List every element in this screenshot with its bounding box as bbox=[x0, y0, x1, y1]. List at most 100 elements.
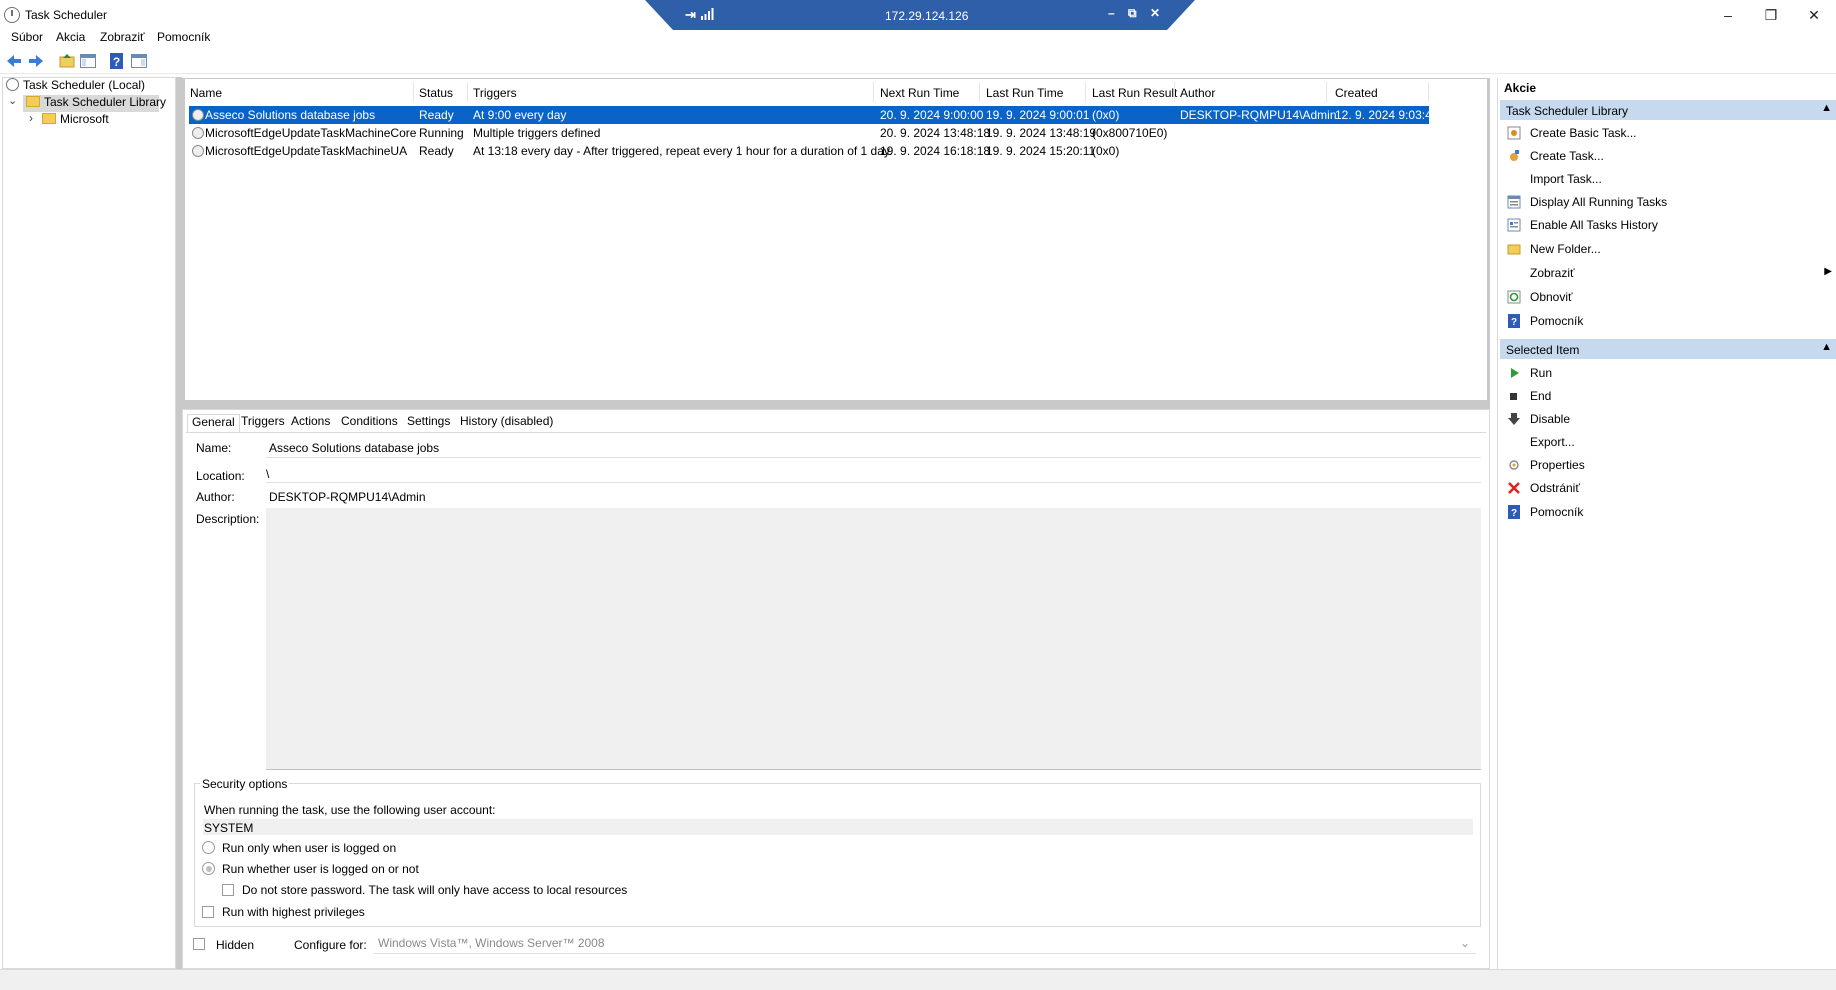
do-not-store-password-label: Do not store password. The task will onl… bbox=[242, 883, 628, 897]
rdp-host-address: 172.29.124.126 bbox=[885, 9, 969, 23]
column-separator[interactable] bbox=[873, 82, 874, 102]
section-header-selected-item[interactable]: Selected Item ▲ bbox=[1500, 339, 1836, 359]
hidden-checkbox[interactable] bbox=[193, 938, 205, 950]
location-field[interactable]: \ bbox=[266, 467, 269, 481]
tab-general[interactable]: General bbox=[187, 414, 240, 432]
column-separator[interactable] bbox=[1174, 82, 1175, 102]
action-import-task[interactable]: Import Task... bbox=[1500, 168, 1836, 190]
column-header-last-run-result[interactable]: Last Run Result bbox=[1092, 86, 1177, 100]
cell-created: 12. 9. 2024 9:03:40 bbox=[1335, 108, 1439, 122]
action-label: Export... bbox=[1530, 435, 1575, 449]
rdp-pin-icon[interactable]: ⇥ bbox=[685, 7, 696, 23]
action-help-selected[interactable]: ? Pomocník bbox=[1500, 501, 1836, 523]
table-row[interactable]: Asseco Solutions database jobs Ready At … bbox=[189, 106, 1438, 124]
minimize-button[interactable]: – bbox=[1713, 4, 1743, 26]
action-properties[interactable]: Properties bbox=[1500, 454, 1836, 476]
author-field[interactable]: DESKTOP-RQMPU14\Admin bbox=[269, 490, 426, 504]
show-hide-console-tree-icon[interactable] bbox=[79, 52, 97, 70]
action-create-task[interactable]: Create Task... bbox=[1500, 145, 1836, 167]
rdp-close-button[interactable]: ✕ bbox=[1150, 6, 1160, 20]
action-help[interactable]: ? Pomocník bbox=[1500, 310, 1836, 332]
menu-action[interactable]: Akcia bbox=[56, 30, 85, 44]
action-enable-tasks-history[interactable]: Enable All Tasks History bbox=[1500, 214, 1836, 236]
tab-settings[interactable]: Settings bbox=[403, 414, 454, 432]
action-view[interactable]: Zobraziť ▶ bbox=[1500, 262, 1836, 284]
column-separator[interactable] bbox=[467, 82, 468, 102]
help-icon[interactable]: ? bbox=[108, 52, 126, 70]
menu-bar bbox=[0, 28, 1836, 48]
action-label: Properties bbox=[1530, 458, 1585, 472]
column-separator[interactable] bbox=[1326, 82, 1327, 102]
tab-conditions[interactable]: Conditions bbox=[337, 414, 402, 432]
end-icon bbox=[1507, 389, 1521, 403]
column-header-author[interactable]: Author bbox=[1180, 86, 1215, 100]
description-field[interactable] bbox=[266, 508, 1481, 770]
action-end[interactable]: End bbox=[1500, 385, 1836, 407]
do-not-store-password-checkbox[interactable] bbox=[222, 884, 234, 896]
action-delete[interactable]: Odstrániť bbox=[1500, 477, 1836, 499]
table-row[interactable]: MicrosoftEdgeUpdateTaskMachineUA Ready A… bbox=[189, 142, 1429, 160]
action-export[interactable]: Export... bbox=[1500, 431, 1836, 453]
tree-item-label: Task Scheduler (Local) bbox=[23, 78, 146, 92]
show-hide-action-pane-icon[interactable] bbox=[130, 52, 148, 70]
column-separator[interactable] bbox=[1428, 82, 1429, 102]
collapse-icon[interactable]: ▲ bbox=[1821, 341, 1832, 353]
toolbar bbox=[0, 48, 1836, 74]
action-new-folder[interactable]: New Folder... bbox=[1500, 238, 1836, 260]
configure-for-select[interactable]: Windows Vista™, Windows Server™ 2008 ⌄ bbox=[374, 934, 1476, 954]
column-header-status[interactable]: Status bbox=[419, 86, 453, 100]
chevron-down-icon: ⌄ bbox=[1459, 936, 1470, 950]
action-label: Odstrániť bbox=[1530, 481, 1580, 495]
column-header-last-run-time[interactable]: Last Run Time bbox=[986, 86, 1063, 100]
tab-history[interactable]: History (disabled) bbox=[456, 414, 557, 432]
menu-file[interactable]: Súbor bbox=[11, 30, 43, 44]
task-icon bbox=[192, 127, 204, 139]
menu-view[interactable]: Zobraziť bbox=[100, 30, 145, 44]
action-create-basic-task[interactable]: Create Basic Task... bbox=[1500, 122, 1836, 144]
column-header-triggers[interactable]: Triggers bbox=[473, 86, 517, 100]
collapse-chevron-icon[interactable]: › bbox=[29, 111, 33, 125]
tree-item-microsoft[interactable]: Microsoft bbox=[42, 112, 109, 129]
close-button[interactable]: ✕ bbox=[1799, 4, 1829, 26]
column-separator[interactable] bbox=[413, 82, 414, 102]
cell-last-run: 19. 9. 2024 13:48:19 bbox=[986, 126, 1097, 140]
column-separator[interactable] bbox=[1085, 82, 1086, 102]
run-only-logged-on-radio[interactable] bbox=[202, 841, 215, 854]
folder-icon bbox=[42, 113, 56, 124]
up-folder-icon[interactable] bbox=[58, 52, 76, 70]
tab-triggers[interactable]: Triggers bbox=[237, 414, 289, 432]
actions-pane-title: Akcie bbox=[1504, 81, 1537, 95]
run-whether-logged-on-radio[interactable] bbox=[202, 862, 215, 875]
table-row[interactable]: MicrosoftEdgeUpdateTaskMachineCore Runni… bbox=[189, 124, 1429, 142]
forward-arrow-icon[interactable] bbox=[27, 52, 45, 70]
author-label: Author: bbox=[196, 490, 235, 504]
action-label: Import Task... bbox=[1530, 172, 1602, 186]
column-separator[interactable] bbox=[979, 82, 980, 102]
menu-help[interactable]: Pomocník bbox=[157, 30, 210, 44]
highest-privileges-checkbox[interactable] bbox=[202, 906, 214, 918]
column-header-name[interactable]: Name bbox=[190, 86, 222, 100]
name-field[interactable]: Asseco Solutions database jobs bbox=[269, 441, 439, 455]
tree-item-task-scheduler-local[interactable]: Task Scheduler (Local) bbox=[6, 78, 145, 95]
restore-button[interactable]: ❐ bbox=[1756, 4, 1786, 26]
collapse-icon[interactable]: ▲ bbox=[1821, 102, 1832, 114]
expand-chevron-icon[interactable]: ⌄ bbox=[8, 94, 17, 107]
rdp-minimize-button[interactable]: – bbox=[1108, 6, 1115, 20]
action-refresh[interactable]: Obnoviť bbox=[1500, 286, 1836, 308]
tab-actions[interactable]: Actions bbox=[287, 414, 334, 432]
cell-status: Ready bbox=[419, 144, 454, 158]
back-arrow-icon[interactable] bbox=[5, 52, 23, 70]
column-header-created[interactable]: Created bbox=[1335, 86, 1378, 100]
cell-status: Running bbox=[419, 126, 464, 140]
tree-item-task-scheduler-library[interactable]: Task Scheduler Library bbox=[23, 95, 166, 112]
action-display-running-tasks[interactable]: Display All Running Tasks bbox=[1500, 191, 1836, 213]
section-header-task-scheduler-library[interactable]: Task Scheduler Library ▲ bbox=[1500, 100, 1836, 120]
action-label: End bbox=[1530, 389, 1552, 403]
column-header-next-run-time[interactable]: Next Run Time bbox=[880, 86, 959, 100]
rdp-restore-button[interactable]: ⧉ bbox=[1128, 6, 1137, 21]
action-disable[interactable]: Disable bbox=[1500, 408, 1836, 430]
section-title: Selected Item bbox=[1506, 343, 1580, 357]
description-label: Description: bbox=[196, 512, 260, 526]
action-label: Obnoviť bbox=[1530, 290, 1573, 304]
action-run[interactable]: Run bbox=[1500, 362, 1836, 384]
